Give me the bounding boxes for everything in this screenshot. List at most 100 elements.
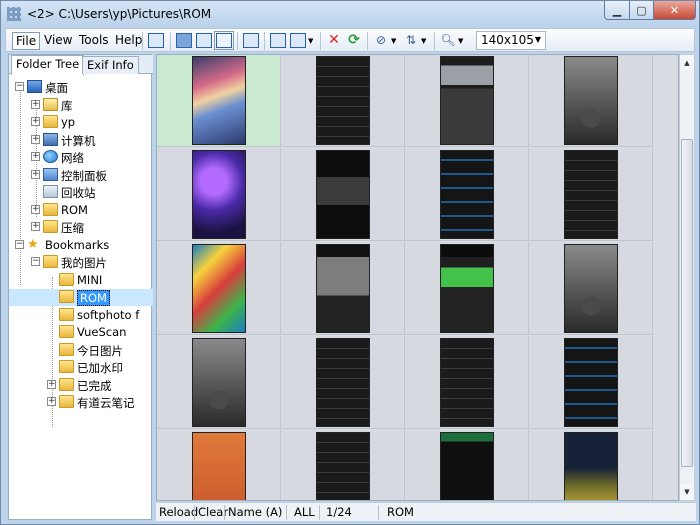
tree-item-vuescan[interactable]: VueScan [47,324,153,341]
menu-view[interactable]: View [41,32,75,50]
tree-item-yp[interactable]: + yp [31,114,153,131]
menu-help[interactable]: Help [112,32,145,50]
tree-item-item[interactable]: − 我的图片 [31,254,153,271]
maximize-button[interactable]: ▢ [629,1,654,20]
expand-icon[interactable]: + [31,99,40,109]
thumbnail-cell[interactable] [281,242,405,335]
thumbnail-size-select[interactable]: 140x105 ▼ [476,31,546,50]
close-button[interactable]: ✕ [653,1,696,20]
tree-item-softphoto-f[interactable]: softphoto f [47,307,153,324]
expand-icon[interactable]: + [31,222,40,231]
tree-item-item[interactable]: − 桌面 [15,79,153,96]
desktop-icon [27,80,42,93]
menu-tools[interactable]: Tools [76,32,112,50]
thumbnail-cell[interactable] [281,336,405,429]
expand-icon[interactable]: + [31,117,40,126]
chevron-down-icon[interactable]: ▼ [391,37,396,45]
expand-icon[interactable]: + [47,379,56,389]
collapse-icon[interactable]: − [15,239,24,249]
sort-status[interactable]: Name (A) [228,505,282,519]
copy-icon[interactable] [243,33,259,48]
panel-icon[interactable] [290,33,306,48]
tree-item-item[interactable]: + 计算机 [31,132,153,149]
thumbnail-cell[interactable] [157,336,281,429]
tree-item-item[interactable]: + 控制面板 [31,167,153,184]
app-grid-icon[interactable] [7,7,21,21]
chevron-down-icon[interactable]: ▼ [458,37,463,45]
tree-item-item[interactable]: + 压缩 [31,219,153,236]
minimize-button[interactable]: ▁ [604,1,630,20]
tree-item-item[interactable]: + 有道云笔记 [47,394,153,411]
layout-icon[interactable] [270,33,286,48]
scroll-up-arrow[interactable]: ▲ [680,55,694,71]
thumbnail-cell[interactable] [529,148,653,241]
thumbnail-cell[interactable] [281,148,405,241]
tree-item-mini[interactable]: MINI [47,272,153,289]
thumbnail-cell[interactable] [157,242,281,335]
thumbnail-cell[interactable] [405,55,529,147]
thumbnail-image [316,338,370,427]
tree-item-item[interactable]: 已加水印 [47,359,153,376]
menu-file[interactable]: File [12,32,41,50]
thumbnail-cell[interactable] [157,55,281,147]
tree-item-label: 回收站 [61,186,96,200]
tree-connector-line [20,85,21,285]
thumbnail-cell[interactable] [529,55,653,147]
thumbnail-image [564,338,618,427]
expand-icon[interactable]: + [31,152,40,161]
tree-item-item[interactable]: + 已完成 [47,377,153,394]
tab-folder-tree[interactable]: Folder Tree [11,55,85,75]
single-view-icon[interactable] [148,33,164,48]
tree-item-item[interactable]: 回收站 [31,184,153,201]
thumbnail-cell[interactable] [281,55,405,147]
view-mode-2-icon[interactable] [196,33,212,48]
thumbnail-cell[interactable] [529,336,653,429]
refresh-icon[interactable]: ⟳ [346,33,362,48]
filter-status[interactable]: ALL [294,505,315,519]
collapse-icon[interactable]: − [15,82,24,91]
thumbnail-cell[interactable] [405,336,529,429]
folder-tree[interactable]: − 桌面 + 库 + yp + 计算机 + 网络 + 控制面板 回收站 + ROM + 压缩 − ★ Bookmark… [9,75,153,519]
chevron-down-icon[interactable]: ▼ [308,37,313,45]
thumbnail-image [192,56,246,145]
collapse-icon[interactable]: − [31,257,40,266]
expand-icon[interactable]: + [31,134,40,144]
vertical-scrollbar[interactable]: ▲ ▼ [679,54,695,501]
computer-icon [43,132,58,146]
delete-icon[interactable]: ✕ [326,33,342,48]
tree-item-item[interactable]: + 库 [31,97,153,114]
tree-item-rom-selected[interactable]: ROM [9,289,153,306]
folder-icon [43,255,58,268]
expand-icon[interactable]: + [47,397,56,406]
thumbnail-cell[interactable] [405,148,529,241]
thumbnail-cell[interactable] [281,430,405,500]
toolbar-separator [320,32,321,50]
thumbnail-cell[interactable] [157,430,281,500]
title-bar[interactable]: <2> C:\Users\yp\Pictures\ROM ▁ ▢ ✕ [1,1,699,27]
zoom-icon[interactable]: 🔍︎ [440,33,456,48]
chevron-down-icon[interactable]: ▼ [421,37,426,45]
thumbnail-cell[interactable] [529,242,653,335]
thumbnail-cell[interactable] [405,242,529,335]
thumbnail-image [192,150,246,239]
thumbnail-grid[interactable] [156,54,679,501]
thumbnail-cell[interactable] [529,430,653,500]
tree-item-label: ROM [77,290,110,306]
expand-icon[interactable]: + [31,204,40,214]
tree-item-rom[interactable]: + ROM [31,202,153,219]
scroll-down-arrow[interactable]: ▼ [680,484,694,500]
tree-item-item[interactable]: + 网络 [31,149,153,166]
tree-item-bookmarks[interactable]: − ★ Bookmarks [15,237,153,254]
thumbnail-cell[interactable] [157,148,281,241]
toolbar-separator [142,32,143,50]
thumbnail-cell[interactable] [405,430,529,500]
tree-item-item[interactable]: 今日图片 [47,342,153,359]
rotate-icon[interactable]: ⊘ [373,33,389,48]
sort-icon[interactable]: ⇅ [403,33,419,48]
tab-exif-info[interactable]: Exif Info [82,56,139,74]
expand-icon[interactable]: + [31,169,40,179]
scroll-thumb[interactable] [681,139,693,467]
view-mode-3-icon[interactable] [214,31,234,50]
view-mode-1-icon[interactable] [176,33,192,48]
reload-button[interactable]: Reload [159,505,198,519]
